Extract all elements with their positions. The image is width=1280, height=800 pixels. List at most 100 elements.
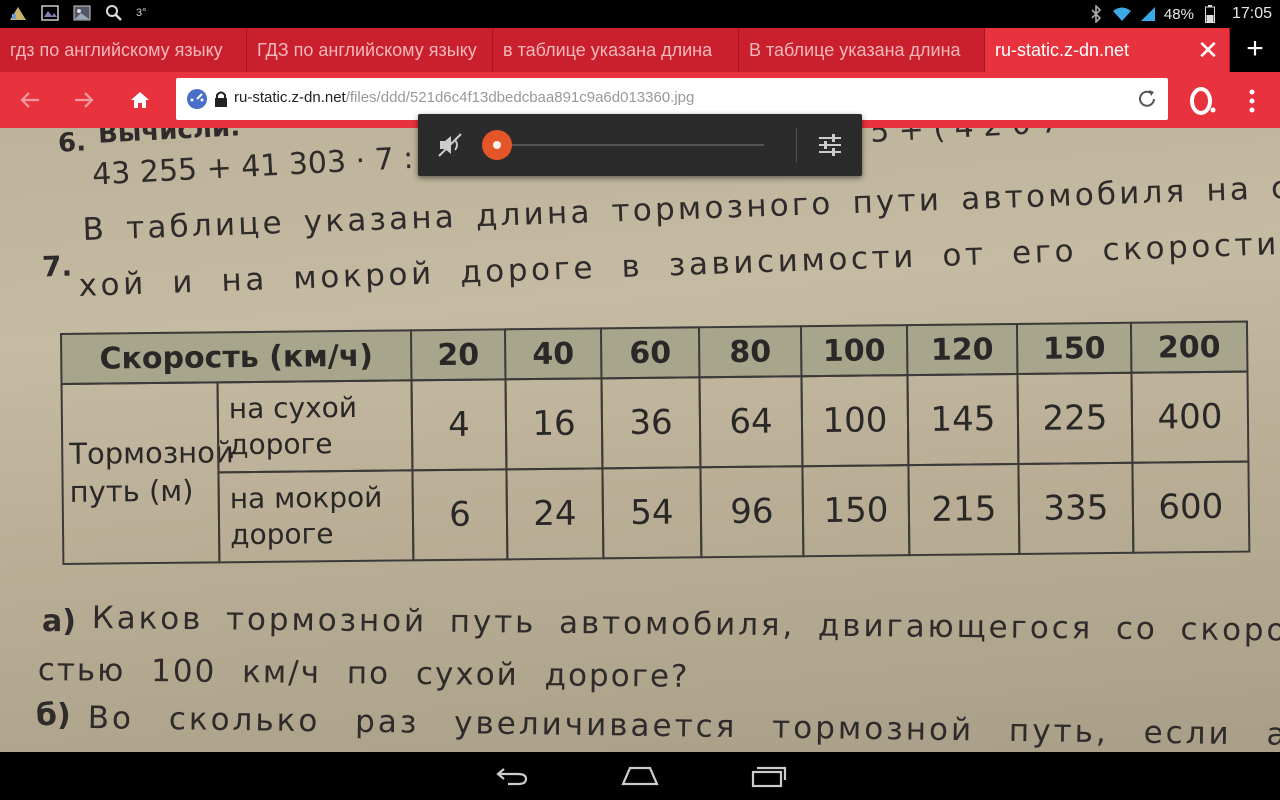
table-cell: 96	[699, 465, 805, 559]
speed-value: 120	[930, 331, 994, 368]
question-a-line-1: Каков тормозной путь автомобиля, двигающ…	[91, 600, 1280, 649]
table-cell: 16	[504, 377, 604, 471]
table-cell: 225	[1016, 371, 1134, 465]
url-text: ru-static.z-dn.net/files/ddd/521d6c4f13d…	[234, 89, 694, 106]
task-6-title: Вычисли:	[97, 128, 242, 150]
battery-percent: 48%	[1163, 5, 1194, 23]
lock-icon	[215, 91, 227, 107]
table-header-cell: 60	[599, 326, 701, 380]
table-header-cell: 120	[905, 322, 1019, 377]
tab-label: ru-static.z-dn.net	[995, 40, 1130, 60]
speed-value: 200	[1157, 329, 1221, 366]
back-button[interactable]	[10, 80, 50, 120]
row-label-line: на мокрой	[229, 480, 383, 515]
home-button[interactable]	[120, 80, 160, 120]
equalizer-icon[interactable]	[816, 131, 844, 159]
distance-value: 100	[822, 400, 888, 442]
row-group-label: Тормозной путь (м)	[60, 381, 234, 565]
bluetooth-icon	[1086, 4, 1106, 24]
home-icon	[131, 92, 149, 108]
speed-dial-icon	[187, 89, 207, 109]
nav-home-button[interactable]	[620, 762, 660, 790]
distance-value: 400	[1157, 396, 1223, 438]
distance-value: 225	[1042, 398, 1108, 439]
recents-icon	[751, 766, 787, 788]
table-header-cell: 20	[409, 328, 507, 382]
table-header-speed: Скорость (км/ч)	[60, 329, 413, 385]
table-header-cell: 100	[799, 324, 909, 378]
table-header-cell: 40	[503, 327, 603, 381]
task-7-number: 7.	[41, 249, 73, 284]
back-icon	[496, 768, 528, 786]
status-bar: 3° 48% 17:05	[0, 0, 1280, 28]
new-tab-button[interactable]: +	[1230, 28, 1280, 72]
arrow-right-icon	[75, 92, 94, 108]
gallery-icon	[72, 3, 92, 23]
table-header-cell: 80	[697, 325, 803, 379]
system-nav-bar	[0, 752, 1280, 800]
tab-label: в таблице указана длина	[503, 40, 713, 60]
task-6-number: 6.	[57, 128, 87, 159]
table-cell: 145	[906, 372, 1020, 467]
plus-icon: +	[1246, 32, 1264, 65]
url-host: ru-static.z-dn.net	[234, 89, 346, 106]
reload-icon[interactable]	[1136, 88, 1158, 110]
nav-back-button[interactable]	[492, 762, 532, 790]
tab-label: ГДЗ по английскому языку	[257, 40, 477, 60]
tab-1[interactable]: гдз по английскому языку	[0, 28, 247, 72]
speed-value: 60	[629, 335, 672, 371]
image-icon	[40, 3, 60, 23]
speed-value: 150	[1042, 330, 1106, 367]
wifi-icon	[1112, 4, 1132, 24]
table-cell: 150	[801, 464, 911, 558]
distance-value: 16	[532, 403, 576, 445]
row-group-line: Тормозной	[69, 435, 234, 472]
close-tab-button[interactable]: ✕	[1186, 28, 1230, 72]
question-b-number: б)	[36, 698, 71, 733]
screen: 3° 48% 17:05 гдз по английскому языку ГД…	[0, 0, 1280, 800]
row-label-line: дороге	[229, 517, 334, 552]
tab-3[interactable]: в таблице указана длина	[493, 28, 739, 72]
tab-label: В таблице указана длина	[749, 40, 961, 60]
question-b-line-1: Во сколько раз увеличивается тормозной п…	[87, 700, 1280, 752]
forward-button[interactable]	[64, 80, 104, 120]
distance-value: 335	[1043, 488, 1109, 529]
media-controls	[418, 114, 862, 176]
table-cell: 100	[800, 374, 910, 468]
row-label-line: на сухой	[228, 390, 358, 425]
question-a-number: а)	[42, 604, 76, 639]
distance-value: 54	[630, 492, 674, 534]
table-header-cell: 200	[1129, 320, 1249, 374]
table-cell: 600	[1131, 460, 1251, 554]
row-group-line: путь (м)	[69, 473, 194, 509]
signal-icon	[1138, 4, 1158, 24]
speed-value: 40	[532, 336, 575, 372]
opera-menu-icon[interactable]	[1188, 86, 1218, 116]
distance-value: 4	[447, 404, 471, 445]
tab-4[interactable]: В таблице указана длина	[739, 28, 985, 72]
table-cell: 36	[600, 376, 702, 470]
row-label-line: дороге	[229, 427, 333, 462]
table-cell: 215	[907, 462, 1021, 557]
table-cell: 6	[411, 468, 509, 562]
seek-slider-knob[interactable]	[482, 130, 512, 160]
tab-2[interactable]: ГДЗ по английскому языку	[247, 28, 493, 72]
image-viewer: 6. Вычисли: 43 255 + 41 303 · 7 : 10 5 +…	[0, 128, 1280, 752]
row-label-wet: на мокрой дороге	[217, 469, 415, 564]
arrow-left-icon	[20, 92, 39, 108]
distance-value: 215	[931, 489, 997, 530]
notification-icon	[8, 3, 28, 23]
seek-track[interactable]	[498, 144, 764, 146]
distance-value: 36	[629, 402, 673, 444]
mute-icon[interactable]	[436, 131, 464, 159]
nav-recents-button[interactable]	[748, 762, 788, 790]
table-cell: 4	[410, 378, 508, 472]
braking-table: Скорость (км/ч) 20 40 60 80 100 120 150 …	[60, 320, 1254, 568]
speed-label: Скорость (км/ч)	[99, 338, 374, 377]
distance-value: 600	[1158, 486, 1224, 528]
temperature-label: 3°	[136, 7, 147, 19]
tab-strip: гдз по английскому языку ГДЗ по английск…	[0, 28, 1280, 72]
question-a-line-2: стью 100 км/ч по сухой дороге?	[37, 652, 690, 695]
more-vert-icon[interactable]	[1240, 86, 1264, 116]
divider	[796, 128, 797, 162]
